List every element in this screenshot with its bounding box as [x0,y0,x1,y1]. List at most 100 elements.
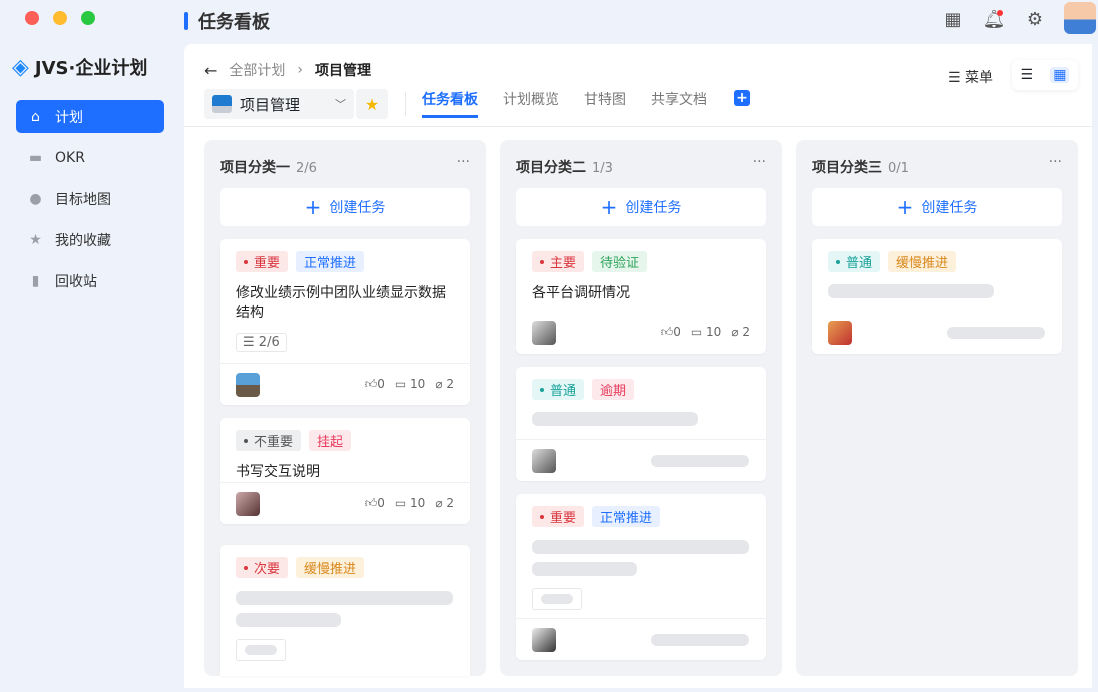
header-divider [184,126,1092,127]
create-task-button[interactable]: +创建任务 [812,188,1062,226]
priority-tag: 不重要 [236,430,301,451]
plus-icon: + [601,195,618,219]
avatar [532,449,556,473]
plus-icon: + [305,195,322,219]
status-tag: 正常推进 [296,251,364,272]
status-tag: 正常推进 [592,506,660,527]
skeleton-line [532,412,698,426]
more-icon[interactable]: ··· [753,154,766,170]
breadcrumb-parent[interactable]: 全部计划 [229,60,285,80]
window-minimize-button[interactable] [53,11,67,25]
tab-gantt[interactable]: 甘特图 [584,89,626,118]
apps-grid-icon[interactable]: ▦ [942,8,964,30]
tab-kanban[interactable]: 任务看板 [422,89,478,118]
comment-stat: ▭ 10 [395,496,425,511]
column-count: 0/1 [888,161,909,176]
avatar [828,321,852,345]
status-tag: 缓慢推进 [888,251,956,272]
sidebar-item-label: OKR [55,150,85,166]
breadcrumb-current: 项目管理 [315,60,371,80]
sidebar-item-label: 回收站 [55,271,97,291]
skeleton-line [236,591,453,605]
skeleton-line [828,284,994,298]
favorite-star-button[interactable]: ★ [356,89,388,119]
create-task-button[interactable]: +创建任务 [220,188,470,226]
logo-icon: ◈ [12,55,29,80]
task-card[interactable]: 普通缓慢推进 [812,239,1062,354]
comment-stat: ▭ 10 [395,377,425,392]
task-card[interactable]: 普通逾期 [516,367,766,481]
list-view-icon[interactable]: ☰ [1021,67,1034,83]
breadcrumb: ← 全部计划 › 项目管理 [204,60,371,80]
menu-icon: ☰ [948,70,965,86]
task-title: 修改业绩示例中团队业绩显示数据结构 [236,283,458,323]
skeleton-line [947,327,1045,339]
tab-shared-docs[interactable]: 共享文档 [651,89,707,118]
add-tab-button[interactable]: + [734,90,750,106]
sidebar-item-okr[interactable]: ▬ OKR [16,141,164,174]
trash-icon: ▮ [28,273,43,288]
priority-tag: 重要 [236,251,288,272]
project-icon [212,95,232,113]
view-switcher: ☰▦ [1012,60,1078,90]
attachment-stat: ⌀ 2 [435,496,454,511]
sidebar-item-goal-map[interactable]: ●目标地图 [16,182,164,215]
kanban-column: 项目分类二1/3 ··· +创建任务 主要待验证 各平台调研情况 👍︎0▭ 10… [500,140,782,676]
task-card[interactable]: 次要缓慢推进 [220,545,470,676]
sidebar-item-trash[interactable]: ▮ 回收站 [16,264,164,297]
kanban-column: 项目分类三0/1 ··· +创建任务 普通缓慢推进 [796,140,1078,676]
priority-tag: 主要 [532,251,584,272]
task-title: 各平台调研情况 [532,283,754,303]
project-select[interactable]: 项目管理﹀ [204,89,354,119]
priority-tag: 重要 [532,506,584,527]
menu-label: 菜单 [965,70,993,86]
board-view-icon[interactable]: ▦ [1050,67,1069,83]
kanban-column: 项目分类一2/6 ··· +创建任务 重要正常推进 修改业绩示例中团队业绩显示数… [204,140,486,676]
checklist-icon: ☰ [243,335,259,350]
skeleton-box [236,639,286,661]
page-title: 任务看板 [184,8,270,34]
task-card[interactable]: 重要正常推进 修改业绩示例中团队业绩显示数据结构 ☰ 2/6 👍︎0▭ 10⌀ … [220,239,470,405]
skeleton-line [532,562,637,576]
menu-button[interactable]: ☰ 菜单 [948,67,993,87]
sidebar-item-plan[interactable]: ⌂计划 [16,100,164,133]
bell-icon[interactable]: 🔔︎ [983,8,1005,30]
status-tag: 逾期 [592,379,634,400]
create-task-button[interactable]: +创建任务 [516,188,766,226]
folder-icon: ▬ [28,150,43,165]
sidebar-item-label: 我的收藏 [55,230,111,250]
priority-tag: 次要 [236,557,288,578]
attachment-stat: ⌀ 2 [731,325,750,340]
star-icon: ★ [28,232,43,247]
chevron-down-icon: ﹀ [335,96,346,112]
gear-icon[interactable]: ⚙ [1024,8,1046,30]
more-icon[interactable]: ··· [1049,154,1062,170]
window-close-button[interactable] [25,11,39,25]
avatar [532,321,556,345]
like-stat: 👍︎0 [365,496,385,511]
avatar [236,492,260,516]
sidebar-item-label: 目标地图 [55,189,111,209]
tab-overview[interactable]: 计划概览 [503,89,559,118]
task-card[interactable]: 不重要挂起 书写交互说明 👍︎0▭ 10⌀ 2 [220,418,470,524]
more-icon[interactable]: ··· [457,154,470,170]
task-card[interactable]: 重要正常推进 [516,494,766,660]
status-tag: 挂起 [309,430,351,451]
subtask-count: ☰ 2/6 [236,333,287,352]
skeleton-line [236,613,341,627]
back-button[interactable]: ← [204,61,217,80]
window-maximize-button[interactable] [81,11,95,25]
divider [405,92,406,116]
column-title: 项目分类二1/3 [516,157,613,177]
sidebar-item-label: 计划 [55,107,83,127]
skeleton-box [532,588,582,610]
sidebar-item-favorites[interactable]: ★ 我的收藏 [16,223,164,256]
task-card[interactable]: 主要待验证 各平台调研情况 👍︎0▭ 10⌀ 2 [516,239,766,354]
avatar [236,373,260,397]
column-title: 项目分类一2/6 [220,157,317,177]
user-avatar[interactable] [1064,2,1096,34]
attachment-stat: ⌀ 2 [435,377,454,392]
skeleton-line [651,455,749,467]
plus-icon: + [897,195,914,219]
column-title: 项目分类三0/1 [812,157,909,177]
